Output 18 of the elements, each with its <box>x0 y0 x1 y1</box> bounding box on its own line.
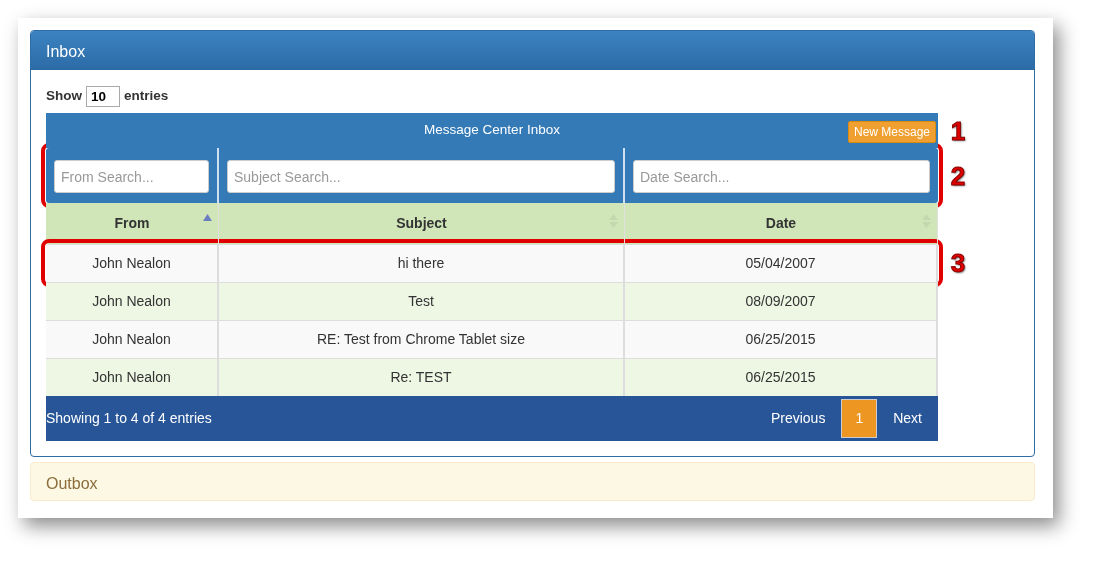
pagination-button[interactable]: Next <box>877 399 938 438</box>
callout-number: 1 <box>949 117 967 144</box>
page-length-field[interactable]: 10 <box>86 86 120 107</box>
table-title: Message Center Inbox <box>424 121 560 140</box>
panel-title[interactable]: Inbox <box>31 31 1034 70</box>
entries-label: entries <box>124 87 169 106</box>
table-row[interactable]: John Nealon RE: Test from Chrome Tablet size 06/25/2015 <box>46 320 938 358</box>
pagination-button[interactable]: Previous <box>754 399 842 438</box>
outbox-panel[interactable]: Outbox <box>30 462 1035 501</box>
entries-info: Showing 1 to 4 of 4 entries <box>46 409 212 428</box>
table-row[interactable]: John Nealon Re: TEST 06/25/2015 <box>46 358 938 396</box>
search-field[interactable]: From Search... <box>54 160 209 193</box>
search-field[interactable]: Date Search... <box>633 160 930 193</box>
show-label: Show <box>46 87 82 106</box>
callout-number: 3 <box>949 250 967 276</box>
callout-number: 2 <box>949 162 967 189</box>
search-field[interactable]: Subject Search... <box>227 160 615 193</box>
table-row[interactable]: John Nealon Test 08/09/2007 <box>46 282 938 320</box>
